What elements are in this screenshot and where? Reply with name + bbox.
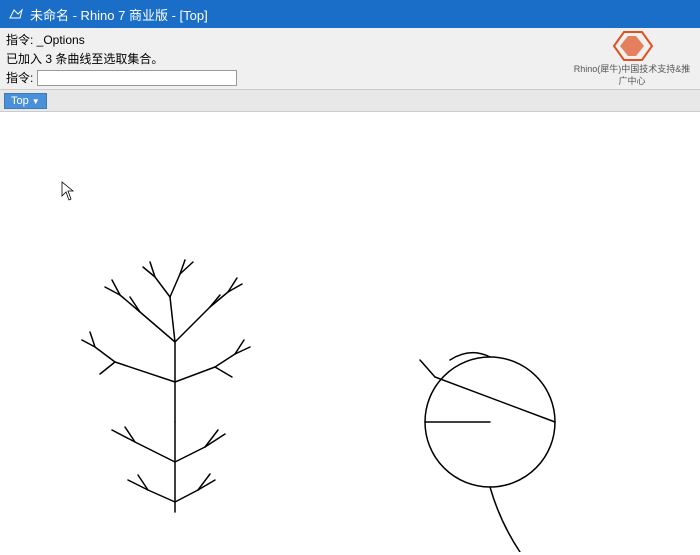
command-prompt-label: 指令:	[6, 69, 33, 86]
viewport-dropdown-arrow: ▼	[32, 97, 40, 106]
viewport-label-button[interactable]: Top ▼	[4, 93, 47, 109]
logo-brand-text: Rhino(犀牛)中国技术支持&推广中心	[572, 64, 692, 87]
command-input[interactable]	[37, 70, 237, 86]
viewport-label-area: Top ▼	[0, 90, 700, 112]
circle-curve-drawing	[420, 353, 555, 552]
tree-drawing	[82, 260, 250, 512]
title-bar: 未命名 - Rhino 7 商业版 - [Top]	[0, 0, 700, 28]
drawing-canvas	[0, 112, 700, 552]
shaper3d-logo-icon: SHAPER3D	[606, 28, 658, 64]
rhino-icon	[8, 6, 24, 22]
canvas-area	[0, 112, 700, 552]
viewport-label-text: Top	[11, 95, 29, 107]
cursor	[62, 182, 73, 200]
logo-area: SHAPER3D Rhino(犀牛)中国技术支持&推广中心	[572, 28, 692, 87]
title-text: 未命名 - Rhino 7 商业版 - [Top]	[30, 5, 208, 24]
